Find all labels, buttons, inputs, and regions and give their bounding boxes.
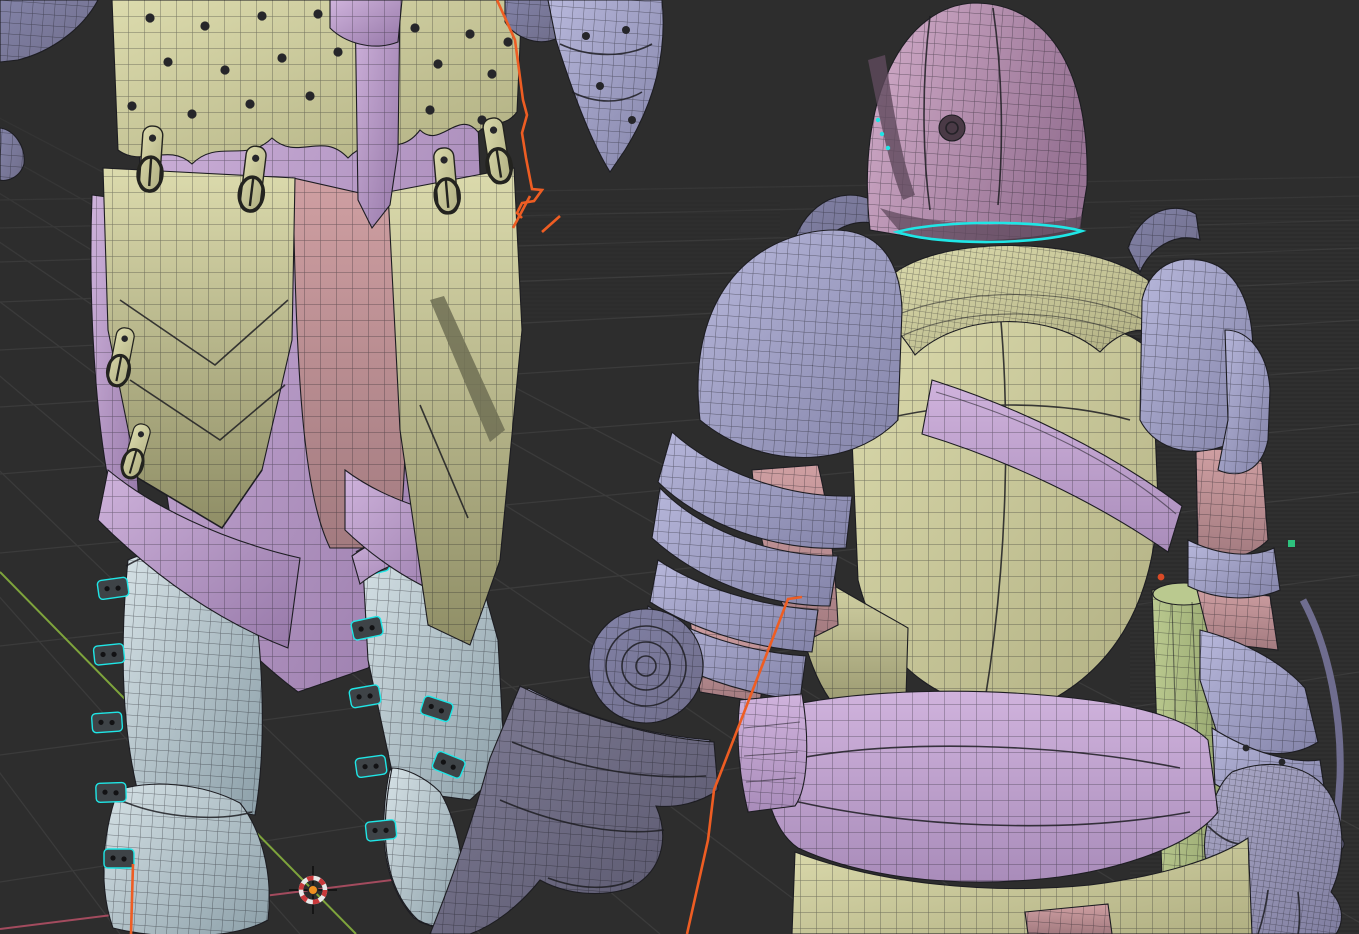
viewport-3d[interactable]: 3D viewport showing two views of a low-p… [0, 0, 1359, 934]
cursor-center-dot [309, 886, 317, 894]
green-marker-dot [1288, 540, 1295, 547]
waist-sash-wireframe [761, 691, 1218, 883]
helm-rivet-boss [938, 114, 966, 142]
belt-pouch-wireframe [738, 694, 807, 812]
origin-dot-small [1157, 573, 1165, 581]
viewport-canvas[interactable]: 3D viewport showing two views of a low-p… [0, 0, 1359, 934]
